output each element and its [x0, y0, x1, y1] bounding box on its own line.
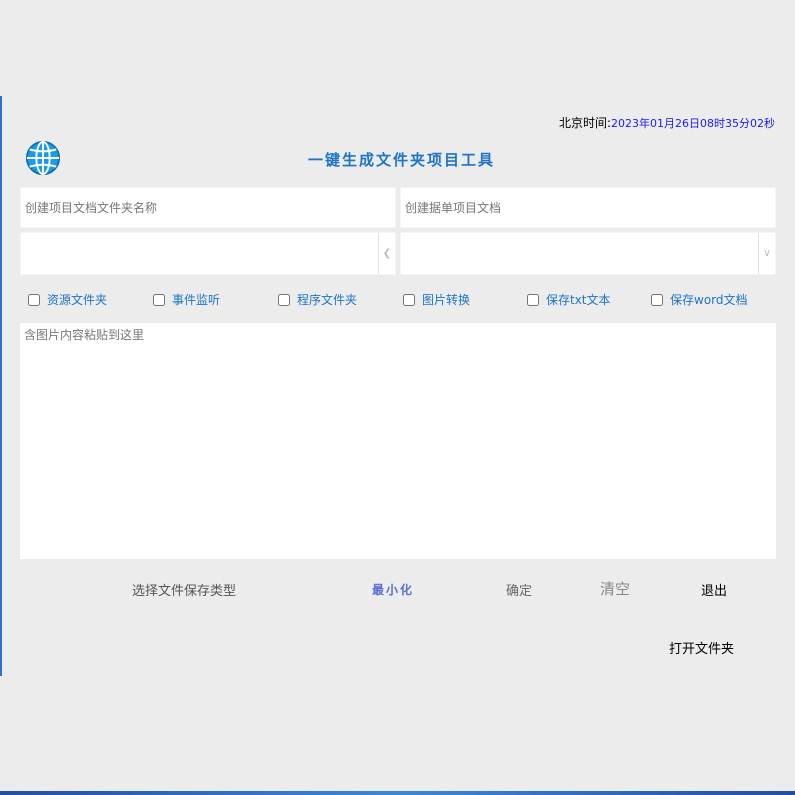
checkbox-save-txt[interactable]: 保存txt文本	[527, 291, 611, 308]
folder-name-field	[20, 187, 396, 228]
options-checkbox-row: 资源文件夹 事件监听 程序文件夹 图片转换 保存txt文本 保存word文档	[28, 291, 773, 309]
checkbox-input[interactable]	[403, 293, 415, 306]
beijing-time: 北京时间:2023年01月26日08时35分02秒	[559, 114, 775, 131]
open-folder-button[interactable]: 打开文件夹	[669, 638, 734, 657]
checkbox-resource-folder[interactable]: 资源文件夹	[28, 291, 107, 308]
single-doc-field	[400, 187, 776, 228]
confirm-button[interactable]: 确定	[506, 580, 532, 599]
checkbox-input[interactable]	[527, 293, 539, 306]
right-combo-box[interactable]: ∨	[400, 232, 776, 275]
checkbox-label: 程序文件夹	[297, 293, 358, 307]
app-title: 一键生成文件夹项目工具	[308, 151, 496, 169]
single-doc-input[interactable]	[401, 188, 775, 227]
taskbar-edge	[0, 791, 795, 795]
checkbox-input[interactable]	[28, 293, 40, 306]
minimize-button[interactable]: 最小化	[372, 581, 414, 598]
checkbox-input[interactable]	[651, 293, 663, 306]
checkbox-input[interactable]	[278, 293, 290, 306]
checkbox-save-word[interactable]: 保存word文档	[651, 291, 748, 308]
checkbox-label: 保存txt文本	[546, 293, 611, 307]
time-label: 北京时间:	[558, 116, 612, 130]
paste-textarea[interactable]	[20, 323, 776, 559]
checkbox-label: 图片转换	[422, 293, 471, 307]
chevron-left-icon[interactable]: ❮	[378, 233, 395, 274]
checkbox-input[interactable]	[153, 293, 165, 306]
checkbox-program-folder[interactable]: 程序文件夹	[278, 291, 357, 308]
chevron-down-icon[interactable]: ∨	[758, 233, 775, 274]
folder-name-input[interactable]	[21, 188, 395, 227]
exit-button[interactable]: 退出	[701, 580, 727, 599]
left-combo-box[interactable]: ❮	[20, 232, 396, 275]
save-type-button[interactable]: 选择文件保存类型	[132, 580, 236, 599]
clear-button[interactable]: 清空	[600, 578, 630, 599]
time-value: 2023年01月26日08时35分02秒	[611, 117, 775, 130]
checkbox-label: 保存word文档	[670, 293, 748, 307]
window-left-edge	[0, 96, 2, 676]
checkbox-label: 事件监听	[172, 293, 221, 307]
paste-area	[20, 323, 776, 559]
checkbox-image-convert[interactable]: 图片转换	[403, 291, 470, 308]
checkbox-event-listener[interactable]: 事件监听	[153, 291, 220, 308]
checkbox-label: 资源文件夹	[47, 293, 108, 307]
globe-icon	[25, 140, 61, 176]
